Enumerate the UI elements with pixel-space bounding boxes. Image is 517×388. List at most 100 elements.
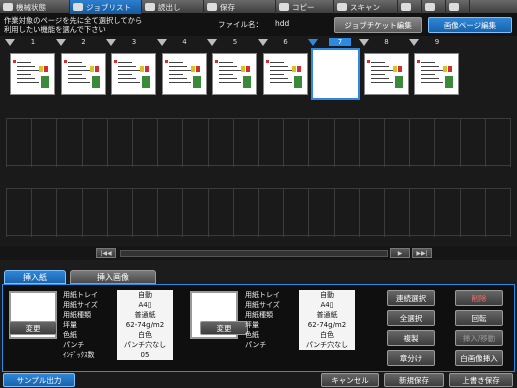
continuous-select-button[interactable]: 連続選択 [387, 290, 435, 306]
tab-top-4[interactable]: コピー [276, 0, 334, 14]
page-insert-marker[interactable] [308, 39, 318, 46]
grid-line [6, 189, 7, 237]
page-insert-marker[interactable] [358, 39, 369, 46]
tab-top-3[interactable]: 保存 [204, 0, 276, 14]
property-row: パンチ パンチ穴なし [243, 340, 355, 350]
page-thumbnail[interactable] [10, 53, 55, 95]
page-thumbnail[interactable] [363, 53, 409, 95]
insert-move-button[interactable]: 挿入/移動 [455, 330, 503, 346]
tab-top-0[interactable]: 機械状態 [0, 0, 70, 14]
grid-line [106, 189, 108, 237]
tab-top-8[interactable] [446, 0, 470, 14]
property-row: 用紙サイズ A4▯ [243, 300, 355, 310]
page-thumbnail[interactable] [262, 53, 308, 95]
page-number: 2 [81, 38, 86, 46]
page-thumbnail[interactable] [311, 48, 360, 100]
grid-line [258, 119, 259, 167]
new-save-button[interactable]: 新規保存 [384, 373, 444, 387]
readout-icon [145, 3, 155, 11]
property-value: 自動 [117, 290, 173, 300]
page-insert-marker[interactable] [207, 39, 217, 46]
page-insert-marker[interactable] [5, 39, 15, 46]
instruction-line-1: 作業対象のページを先に全て選択してから [4, 16, 143, 25]
page-insert-marker[interactable] [55, 39, 66, 46]
property-value: 自動 [299, 290, 355, 300]
grid-line [358, 119, 360, 167]
grid-line [484, 119, 486, 167]
property-key: 坪量 [63, 321, 77, 329]
tab-top-6[interactable] [398, 0, 422, 14]
page-thumbnail[interactable] [414, 53, 459, 95]
grid-line [308, 119, 310, 167]
grid-line [333, 119, 335, 167]
property-row: ｲﾝﾃﾞｯｸｽ数 05 [61, 350, 173, 360]
grid-line [459, 119, 461, 167]
grid-line [484, 189, 486, 237]
page-insert-marker[interactable] [106, 39, 116, 46]
grid-line [283, 119, 285, 167]
page-insert-marker[interactable] [409, 39, 419, 46]
rotate-button[interactable]: 回転 [455, 310, 503, 326]
tab-top-2[interactable]: 読出し [142, 0, 204, 14]
duplicate-button[interactable]: 複製 [387, 330, 435, 346]
image-page-edit-button[interactable]: 画像ページ編集 [428, 17, 512, 33]
change-button-left[interactable]: 変更 [9, 321, 57, 335]
chapter-split-button[interactable]: 章分け [387, 350, 435, 366]
sample-output-button[interactable]: サンプル出力 [3, 373, 75, 387]
property-row: 用紙種類 普通紙 [61, 310, 173, 320]
page-insert-marker[interactable] [156, 39, 167, 46]
property-row: パンチ パンチ穴なし [61, 340, 173, 350]
empty-page-row [6, 118, 511, 167]
cancel-button[interactable]: キャンセル [321, 373, 379, 387]
tab-top-7[interactable] [422, 0, 446, 14]
tab-top-label: コピー [292, 2, 315, 12]
grid-line [6, 119, 7, 167]
blank-image-insert-button[interactable]: 白画像挿入 [455, 350, 503, 366]
paper-properties-left: 用紙トレイ 自動 用紙サイズ A4▯ 用紙種類 普通紙 坪量 62-74g/m2 色紙 白色 パンチ… [61, 290, 173, 360]
property-key: 用紙トレイ [245, 291, 280, 299]
property-value: 05 [117, 350, 173, 360]
job-ticket-edit-button[interactable]: ジョブチケット編集 [334, 17, 422, 33]
property-key: ｲﾝﾃﾞｯｸｽ数 [63, 351, 95, 359]
tab-top-5[interactable]: スキャン [334, 0, 398, 14]
page-insert-marker[interactable] [257, 39, 268, 46]
page-number: 3 [131, 38, 137, 46]
scan-icon [337, 3, 347, 11]
tab-top-label: スキャン [350, 2, 380, 12]
header: 作業対象のページを先に全て選択してから 利用したい機能を選んで下さい ファイル名… [0, 14, 517, 36]
scroll-last-button[interactable]: ▶▶| [412, 248, 432, 258]
property-key: 用紙サイズ [63, 301, 98, 309]
scroll-next-button[interactable]: ▶ [390, 248, 410, 258]
paper-properties-right: 用紙トレイ 自動 用紙サイズ A4▯ 用紙種類 普通紙 坪量 62-74g/m2 色紙 白色 パンチ… [243, 290, 355, 350]
tab-insert-image[interactable]: 挿入画像 [70, 270, 156, 284]
tab-top-label: ジョブリスト [86, 2, 131, 12]
page-thumbnail[interactable] [60, 53, 106, 95]
tab-top-1[interactable]: ジョブリスト [70, 0, 142, 14]
delete-button[interactable]: 削除 [455, 290, 503, 306]
property-value: 白色 [299, 330, 355, 340]
property-key: パンチ [63, 341, 85, 349]
property-value: パンチ穴なし [299, 340, 355, 350]
overwrite-save-button[interactable]: 上書き保存 [449, 373, 513, 387]
tab-top-label: 読出し [158, 2, 181, 12]
tab-insert-paper[interactable]: 挿入紙 [4, 270, 66, 284]
more-icon [449, 3, 459, 11]
change-button-right[interactable]: 変更 [200, 321, 248, 335]
grid-line [207, 119, 209, 167]
scroll-track[interactable] [120, 250, 388, 257]
page-thumbnail[interactable] [161, 53, 207, 95]
property-row: 坪量 62-74g/m2 [243, 320, 355, 330]
property-key: 用紙種類 [63, 311, 91, 319]
page-thumbnail[interactable] [111, 53, 156, 95]
grid-line [258, 189, 259, 237]
select-all-button[interactable]: 全選択 [387, 310, 435, 326]
grid-line [434, 119, 436, 167]
property-key: 用紙種類 [245, 311, 273, 319]
scroll-first-button[interactable]: |◀◀ [96, 248, 116, 258]
top-tab-bar: 機械状態 ジョブリスト 読出し 保存 コピー スキャン [0, 0, 517, 14]
property-key: 坪量 [245, 321, 259, 329]
grid-line [283, 189, 285, 237]
grid-line [182, 189, 184, 237]
grid-line [333, 189, 335, 237]
page-thumbnail[interactable] [212, 53, 257, 95]
